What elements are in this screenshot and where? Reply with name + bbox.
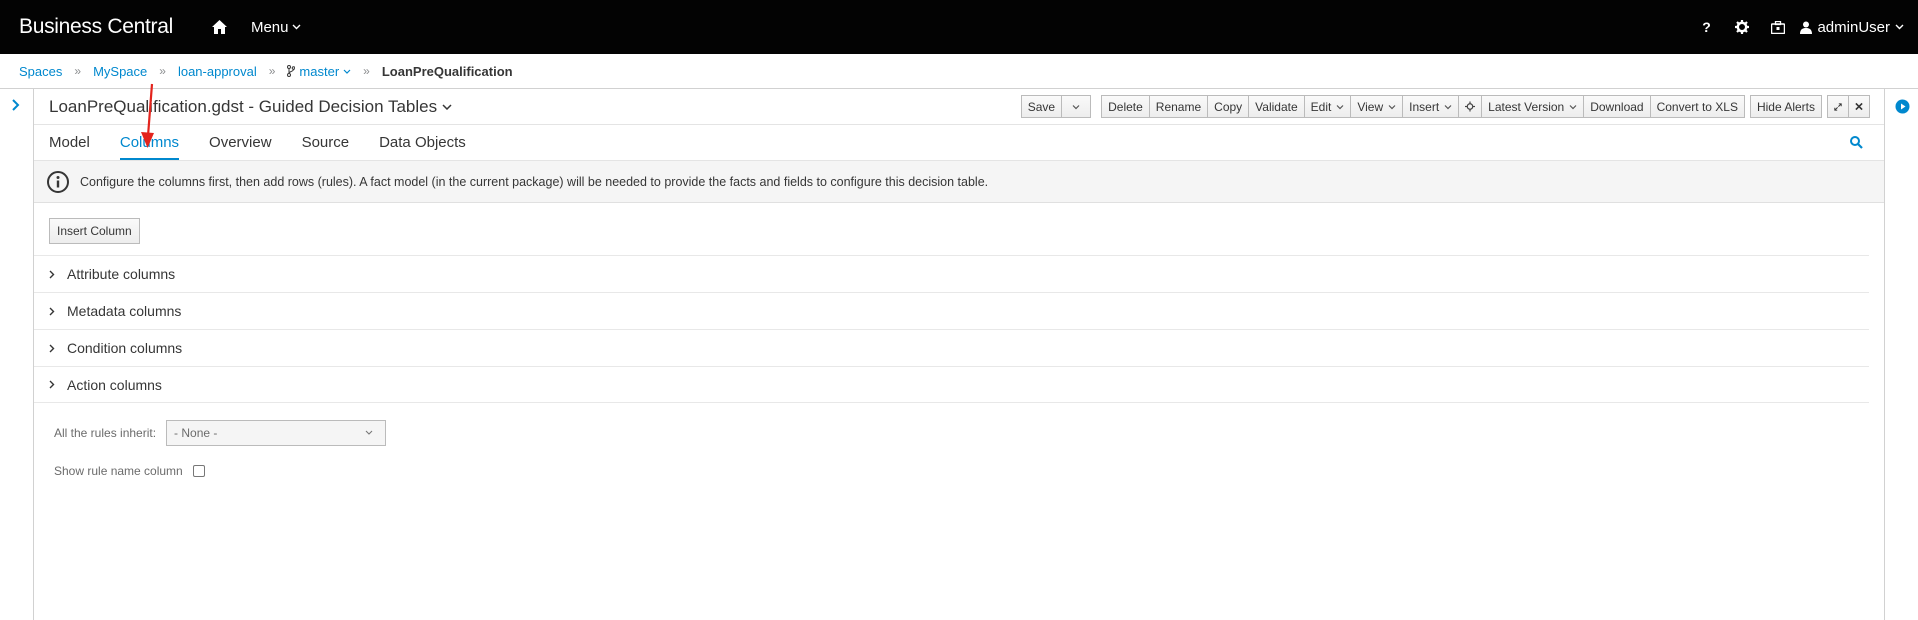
- tab-data-objects[interactable]: Data Objects: [379, 125, 466, 160]
- column-sections: Attribute columns Metadata columns Condi…: [34, 255, 1869, 403]
- right-dock: [1884, 89, 1918, 620]
- breadcrumb-current: LoanPreQualification: [381, 63, 513, 79]
- chevron-down-icon: [1072, 104, 1080, 109]
- close-icon: [1855, 102, 1863, 111]
- insert-label: Insert: [1409, 99, 1440, 114]
- briefcase-icon[interactable]: [1760, 0, 1796, 54]
- decision-table-editor: LoanPreQualification.gdst - Guided Decis…: [34, 89, 1884, 620]
- chevron-right-icon: [49, 270, 55, 278]
- chevron-down-icon: [1388, 104, 1396, 109]
- expand-icon: [1834, 102, 1842, 111]
- insert-column-button[interactable]: Insert Column: [49, 218, 140, 244]
- rule-name-label: Show rule name column: [54, 464, 183, 478]
- rule-name-checkbox[interactable]: [192, 465, 205, 477]
- editor-toolbar: Save Delete Rename Copy Validate Edit Vi…: [1020, 95, 1870, 118]
- gear-icon[interactable]: [1724, 0, 1760, 54]
- navbar-utilities: ? adminUser: [1688, 0, 1904, 54]
- breadcrumb-project[interactable]: loan-approval: [178, 64, 257, 79]
- save-options-button[interactable]: [1061, 95, 1092, 118]
- tab-columns[interactable]: Columns: [119, 125, 180, 160]
- breadcrumb-myspace[interactable]: MySpace: [93, 64, 147, 79]
- menu-dropdown[interactable]: Menu: [251, 19, 302, 36]
- locate-button[interactable]: [1458, 95, 1483, 118]
- section-action-columns[interactable]: Action columns: [34, 366, 1869, 403]
- editor-title[interactable]: LoanPreQualification.gdst - Guided Decis…: [49, 97, 452, 117]
- view-dropdown[interactable]: View: [1350, 95, 1404, 118]
- breadcrumb-separator: »: [159, 64, 166, 78]
- info-alert: Configure the columns first, then add ro…: [34, 161, 1884, 203]
- chevron-right-icon: [49, 380, 55, 389]
- editor-title-text: LoanPreQualification.gdst - Guided Decis…: [49, 96, 438, 116]
- chevron-down-icon: [343, 69, 351, 74]
- editor-tabs: Model Columns Overview Source Data Objec…: [34, 125, 1884, 161]
- inherit-label: All the rules inherit:: [54, 426, 157, 440]
- save-button[interactable]: Save: [1020, 95, 1063, 118]
- editor-title-bar: LoanPreQualification.gdst - Guided Decis…: [34, 89, 1884, 125]
- rule-name-row: Show rule name column: [49, 464, 1869, 478]
- close-button[interactable]: [1848, 95, 1870, 118]
- help-icon[interactable]: ?: [1688, 0, 1724, 54]
- tab-model[interactable]: Model: [49, 125, 90, 160]
- validate-button[interactable]: Validate: [1248, 95, 1305, 118]
- chevron-down-icon: [1569, 104, 1577, 109]
- maximize-button[interactable]: [1827, 95, 1849, 118]
- rename-button[interactable]: Rename: [1148, 95, 1209, 118]
- chevron-down-icon: [1444, 104, 1452, 109]
- section-label: Metadata columns: [67, 303, 182, 319]
- branch-label: master: [299, 63, 340, 79]
- user-icon: [1800, 21, 1813, 34]
- inherit-row: All the rules inherit: - None -: [49, 420, 1869, 446]
- hide-alerts-button[interactable]: Hide Alerts: [1749, 95, 1822, 118]
- chevron-down-icon: [1336, 104, 1344, 109]
- section-label: Attribute columns: [67, 266, 176, 282]
- branch-selector[interactable]: master: [287, 64, 351, 79]
- insert-dropdown[interactable]: Insert: [1402, 95, 1460, 118]
- section-attribute-columns[interactable]: Attribute columns: [34, 255, 1869, 292]
- branch-icon: [287, 65, 296, 77]
- chevron-down-icon: [1895, 24, 1904, 30]
- left-dock: [0, 89, 34, 620]
- chevron-right-icon: [49, 307, 55, 315]
- chevron-down-icon: [442, 103, 452, 110]
- inherit-value: - None -: [174, 426, 218, 440]
- play-icon[interactable]: [1895, 99, 1910, 114]
- info-icon: [47, 170, 69, 193]
- latest-version-dropdown[interactable]: Latest Version: [1481, 95, 1585, 118]
- chevron-down-icon: [292, 24, 301, 30]
- tab-source[interactable]: Source: [302, 125, 350, 160]
- convert-to-xls-button[interactable]: Convert to XLS: [1649, 95, 1745, 118]
- menu-label: Menu: [250, 18, 289, 36]
- chevron-right-icon: [49, 344, 55, 352]
- section-metadata-columns[interactable]: Metadata columns: [34, 292, 1869, 329]
- section-label: Action columns: [67, 376, 162, 393]
- section-condition-columns[interactable]: Condition columns: [34, 329, 1869, 366]
- user-name: adminUser: [1817, 18, 1890, 36]
- crosshair-icon: [1465, 101, 1476, 112]
- home-icon[interactable]: [211, 18, 229, 36]
- top-navbar: Business Central Menu ? adminUser: [0, 0, 1918, 54]
- brand-logo[interactable]: Business Central: [19, 15, 173, 39]
- breadcrumb-separator: »: [74, 64, 82, 78]
- search-icon[interactable]: [1849, 135, 1864, 150]
- alert-text: Configure the columns first, then add ro…: [80, 174, 989, 189]
- tab-overview[interactable]: Overview: [209, 125, 272, 160]
- columns-panel: Insert Column Attribute columns Metadata…: [34, 203, 1884, 478]
- view-label: View: [1357, 99, 1384, 114]
- copy-button[interactable]: Copy: [1207, 95, 1250, 118]
- chevron-right-icon[interactable]: [9, 98, 23, 112]
- user-menu[interactable]: adminUser: [1800, 19, 1904, 36]
- section-label: Condition columns: [67, 340, 183, 356]
- breadcrumb-separator: »: [268, 64, 276, 78]
- inherit-select[interactable]: - None -: [166, 420, 387, 446]
- download-button[interactable]: Download: [1583, 95, 1651, 118]
- edit-label: Edit: [1310, 99, 1332, 114]
- breadcrumb-separator: »: [363, 64, 370, 78]
- edit-dropdown[interactable]: Edit: [1303, 95, 1352, 118]
- latest-version-label: Latest Version: [1488, 99, 1565, 114]
- breadcrumb-spaces[interactable]: Spaces: [19, 64, 62, 79]
- breadcrumb: Spaces » MySpace » loan-approval » maste…: [0, 54, 1918, 89]
- delete-button[interactable]: Delete: [1101, 95, 1150, 118]
- chevron-down-icon: [365, 430, 373, 435]
